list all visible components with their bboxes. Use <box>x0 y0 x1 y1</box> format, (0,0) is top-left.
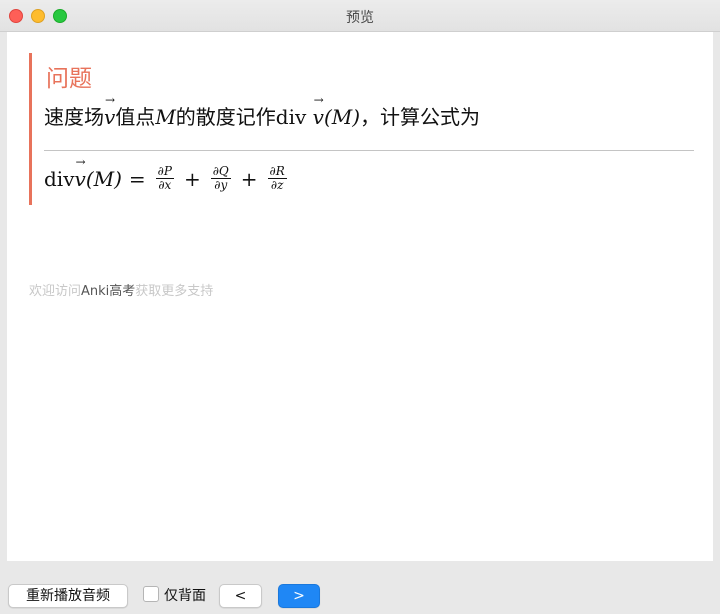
question-suffix: ，计算公式为 <box>360 105 481 129</box>
question-after-point: 的散度记作div <box>175 105 313 129</box>
replay-audio-button[interactable]: 重新播放音频 <box>8 584 128 608</box>
question-prefix: 速度场 <box>44 105 104 129</box>
vector-v-symbol: v <box>104 93 115 129</box>
fraction-dr-dz: ∂R ∂z <box>267 164 287 192</box>
formula-equals: = <box>128 166 146 191</box>
bottom-toolbar: 重新播放音频 仅背面 < > <box>0 562 720 614</box>
formula-paren: (M) <box>85 166 122 191</box>
preview-content: 问题 速度场v值点M的散度记作div v(M)，计算公式为 div v (M) … <box>7 32 713 561</box>
vector-v-symbol-2: v <box>313 93 324 129</box>
footer-note: 欢迎访问Anki高考获取更多支持 <box>29 280 213 299</box>
back-only-label[interactable]: 仅背面 <box>164 585 206 605</box>
fraction-numerator: ∂P <box>155 164 174 179</box>
formula-vector-v: v <box>75 155 86 191</box>
back-only-checkbox[interactable] <box>143 586 159 602</box>
window-title: 预览 <box>346 10 374 26</box>
question-mid: 值点 <box>115 105 156 129</box>
footer-pre: 欢迎访问 <box>29 284 82 299</box>
formula-plus: + <box>183 166 201 191</box>
previous-button[interactable]: < <box>219 584 262 608</box>
question-card: 问题 速度场v值点M的散度记作div v(M)，计算公式为 div v (M) … <box>29 53 695 205</box>
formula-div: div <box>44 166 75 191</box>
fraction-dp-dx: ∂P ∂x <box>155 164 174 192</box>
fraction-denominator: ∂x <box>158 178 172 192</box>
divider <box>44 150 694 151</box>
footer-post: 获取更多支持 <box>135 284 214 299</box>
fraction-numerator: ∂R <box>267 164 287 179</box>
point-symbol: M <box>155 105 176 129</box>
fraction-denominator: ∂y <box>214 178 228 192</box>
title-bar: 预览 <box>0 0 720 32</box>
fraction-numerator: ∂Q <box>210 164 231 179</box>
divergence-formula: div v (M) = ∂P ∂x + ∂Q ∂y + ∂R ∂z <box>44 155 290 192</box>
fraction-dq-dy: ∂Q ∂y <box>210 164 231 192</box>
question-text: 速度场v值点M的散度记作div v(M)，计算公式为 <box>44 93 481 130</box>
fraction-denominator: ∂z <box>270 178 284 192</box>
footer-link[interactable]: Anki高考 <box>81 284 135 299</box>
formula-plus: + <box>240 166 258 191</box>
card-heading: 问题 <box>46 66 92 92</box>
question-paren: (M) <box>323 105 361 129</box>
next-button[interactable]: > <box>278 584 320 608</box>
